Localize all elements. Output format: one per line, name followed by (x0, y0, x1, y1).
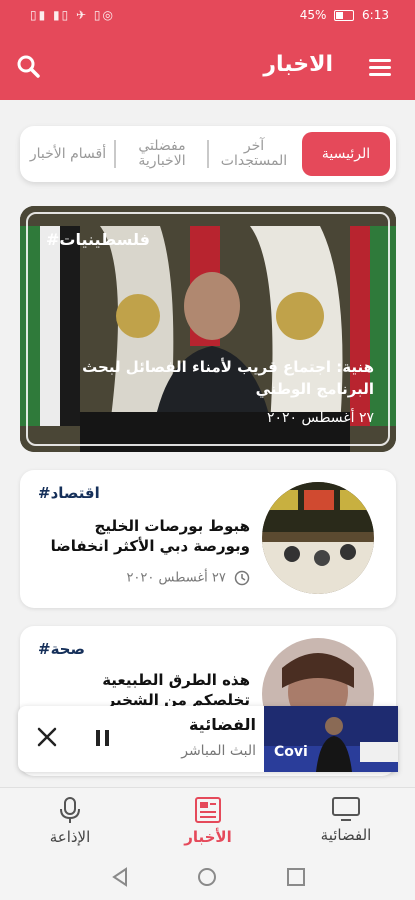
featured-tag[interactable]: #فلسطينيات (46, 230, 150, 249)
player-thumbnail[interactable]: Covi (264, 706, 398, 772)
clock: 6:13 (362, 8, 389, 22)
pause-icon[interactable] (94, 728, 112, 752)
recents-icon[interactable] (287, 868, 305, 886)
system-nav-bar (0, 855, 415, 900)
tv-icon (332, 797, 360, 821)
tab-home[interactable]: الرئيسية (302, 132, 390, 176)
battery-percent: 45% (299, 8, 327, 22)
home-icon[interactable] (198, 868, 216, 886)
newspaper-icon (195, 797, 221, 823)
microphone-icon (60, 797, 80, 823)
news-tabs: الرئيسية آخر المستجدات مفضلتي الاخبارية … (20, 126, 396, 182)
clock-icon (234, 570, 250, 586)
featured-date: ٢٧ أغسطس ٢٠٢٠ (266, 410, 374, 426)
article-headline: هبوط بورصات الخليج وبورصة دبي الأكثر انخ… (50, 517, 250, 555)
nav-item-tv[interactable]: الفضائية (286, 796, 406, 844)
tab-divider (114, 140, 116, 168)
tab-sections[interactable]: أقسام الأخبار (26, 132, 110, 176)
nav-item-radio[interactable]: الإذاعة (10, 796, 130, 846)
article-date-row: ٢٧ أغسطس ٢٠٢٠ (126, 570, 250, 586)
featured-headline: هنية: اجتماع قريب لأمناء الفصائل لبحث ال… (82, 358, 374, 398)
battery-icon (334, 10, 355, 21)
player-subtitle: البث المباشر (181, 743, 256, 759)
status-right: 45% 6:13 (300, 8, 389, 22)
article-headline: هذه الطرق الطبيعية تخلصكم من الشخير (102, 671, 250, 709)
signal-icons: ▯▮ ▮▯ ✈ ▯◎ (30, 8, 115, 22)
mini-player[interactable]: الفضائية البث المباشر Covi (18, 706, 398, 772)
nav-label-tv: الفضائية (320, 826, 372, 844)
nav-label-radio: الإذاعة (49, 828, 91, 846)
article-tag[interactable]: #اقتصاد (38, 484, 100, 502)
featured-article[interactable]: #فلسطينيات هنية: اجتماع قريب لأمناء الفص… (20, 206, 396, 452)
close-icon[interactable] (36, 726, 58, 752)
back-icon[interactable] (112, 867, 127, 887)
search-icon[interactable] (14, 52, 44, 82)
page-title: الاخبار (263, 52, 333, 77)
player-thumb-text: Covi (274, 744, 308, 760)
status-bar: ▯▮ ▮▯ ✈ ▯◎ 45% 6:13 (0, 0, 415, 32)
player-title: الفضائية (188, 715, 256, 734)
article-tag[interactable]: #صحة (38, 640, 85, 658)
app-bar: الاخبار (0, 32, 415, 100)
stock-exchange-image (262, 482, 374, 594)
tv-presenter-image (264, 706, 398, 772)
article-card[interactable]: #اقتصاد هبوط بورصات الخليج وبورصة دبي ال… (20, 470, 396, 608)
article-thumbnail (262, 482, 374, 594)
bottom-nav: الفضائية الأخبار الإذاعة (0, 787, 415, 856)
article-date: ٢٧ أغسطس ٢٠٢٠ (126, 570, 226, 586)
tab-divider (207, 140, 209, 168)
hamburger-icon[interactable] (365, 52, 395, 82)
tab-favorites[interactable]: مفضلتي الاخبارية (120, 132, 204, 176)
nav-item-news[interactable]: الأخبار (148, 796, 268, 846)
nav-label-news: الأخبار (184, 828, 232, 846)
tab-latest[interactable]: آخر المستجدات (212, 132, 296, 176)
